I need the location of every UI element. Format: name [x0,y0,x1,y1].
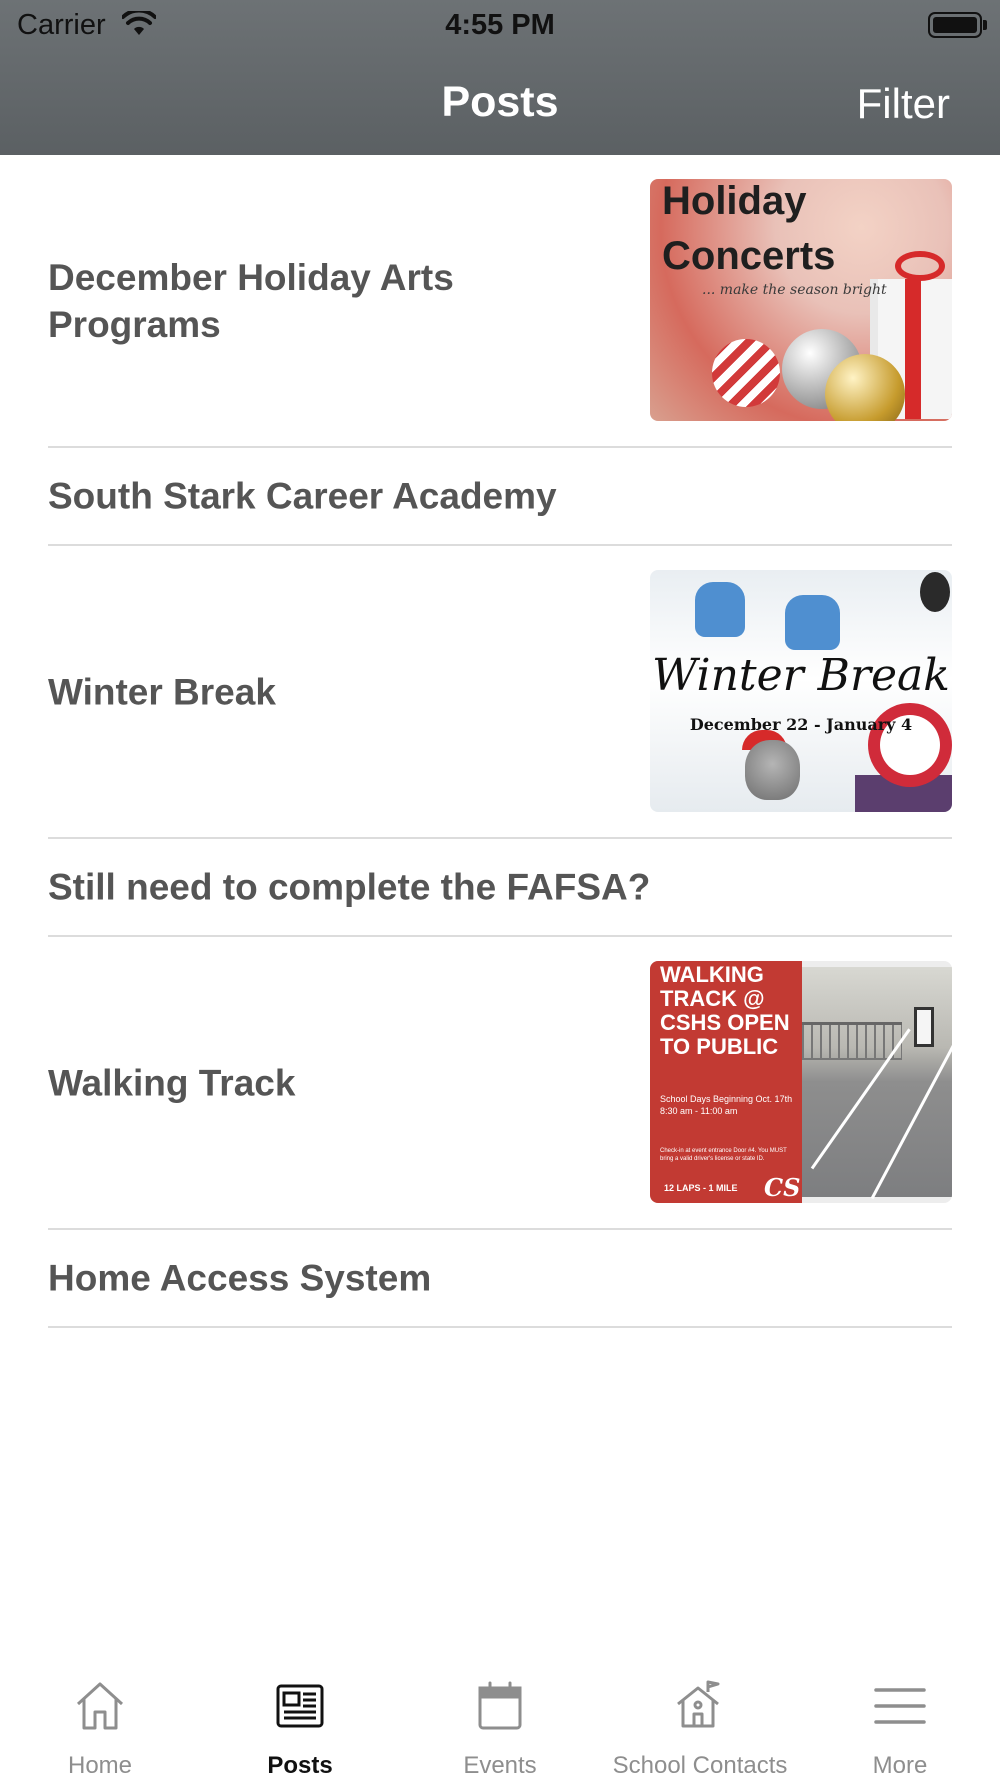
menu-icon [872,1678,928,1734]
dark-glove-graphic [920,572,950,612]
door-graphic [914,1007,934,1047]
post-row-south-stark[interactable]: South Stark Career Academy [48,448,952,546]
post-row-walking-track[interactable]: Walking Track WALKING TRACK @ CSHS OPEN … [48,937,952,1230]
holiday-concerts-thumbnail: Holiday Concerts ... make the season bri… [650,179,952,421]
post-row-winter-break[interactable]: Winter Break Winter Break December 22 - … [48,546,952,839]
post-title: Home Access System [48,1257,432,1299]
tab-school-contacts[interactable]: School Contacts [600,1660,800,1778]
battery-nub [983,20,987,30]
tab-label: Home [67,1752,133,1778]
gift-ribbon-graphic [905,279,921,419]
post-title: December Holiday Arts Programs [48,256,454,345]
thumb-headline: WALKING TRACK @ CSHS OPEN TO PUBLIC [660,962,790,1059]
tab-events[interactable]: Events [400,1660,600,1778]
school-icon [672,1678,728,1734]
newspaper-icon [272,1678,328,1734]
posts-list: December Holiday Arts Programs Holiday C… [0,155,1000,1328]
thumb-text: Concerts [662,234,836,278]
striped-ornament-graphic [712,339,780,407]
post-row-december-holiday-arts[interactable]: December Holiday Arts Programs Holiday C… [48,155,952,448]
track-info-panel: WALKING TRACK @ CSHS OPEN TO PUBLIC Scho… [650,961,802,1203]
page-title: Posts [441,78,559,126]
mascot-graphic [745,740,800,800]
thumb-text: Holiday [662,179,807,223]
cs-logo: CS [764,1173,801,1202]
tab-label: Posts [267,1752,333,1778]
tab-posts[interactable]: Posts [200,1660,400,1778]
thumb-schedule: School Days Beginning Oct. 17th 8:30 am … [660,1094,793,1116]
post-title: Walking Track [48,1062,296,1103]
post-row-fafsa[interactable]: Still need to complete the FAFSA? [48,839,952,937]
track-photo [802,967,952,1200]
walking-track-thumbnail: WALKING TRACK @ CSHS OPEN TO PUBLIC Scho… [650,961,952,1203]
tab-label: School Contacts [612,1752,788,1778]
thumb-laps: 12 LAPS - 1 MILE [664,1183,738,1193]
thumb-dates: December 22 - January 4 [689,715,913,734]
gift-bow-graphic [895,251,945,281]
tab-home[interactable]: Home [0,1660,200,1778]
status-bar: Carrier 4:55 PM [0,0,1000,50]
tab-label: More [872,1752,928,1778]
tab-label: Events [463,1752,537,1778]
filter-button[interactable]: Filter [857,80,950,128]
blue-glove-graphic [695,582,745,637]
navigation-header: Carrier 4:55 PM Posts Filter [0,0,1000,155]
sleeve-graphic [855,775,952,812]
calendar-icon [472,1678,528,1734]
post-title: South Stark Career Academy [48,475,557,517]
home-icon [72,1678,128,1734]
thumb-tagline: ... make the season bright [702,282,887,298]
status-time: 4:55 PM [445,9,555,41]
post-row-home-access[interactable]: Home Access System [48,1230,952,1328]
battery-icon [928,12,982,38]
post-title: Winter Break [48,671,276,712]
tab-more[interactable]: More [800,1660,1000,1778]
blue-glove-graphic [785,595,840,650]
winter-break-thumbnail: Winter Break December 22 - January 4 [650,570,952,812]
tab-bar: Home Posts Events School Contacts More [0,1660,1000,1778]
post-title: Still need to complete the FAFSA? [48,866,651,908]
thumb-notice: Check-in at event entrance Door #4. You … [660,1148,787,1162]
thumb-title: Winter Break [652,650,950,701]
railing-graphic [802,1022,902,1060]
